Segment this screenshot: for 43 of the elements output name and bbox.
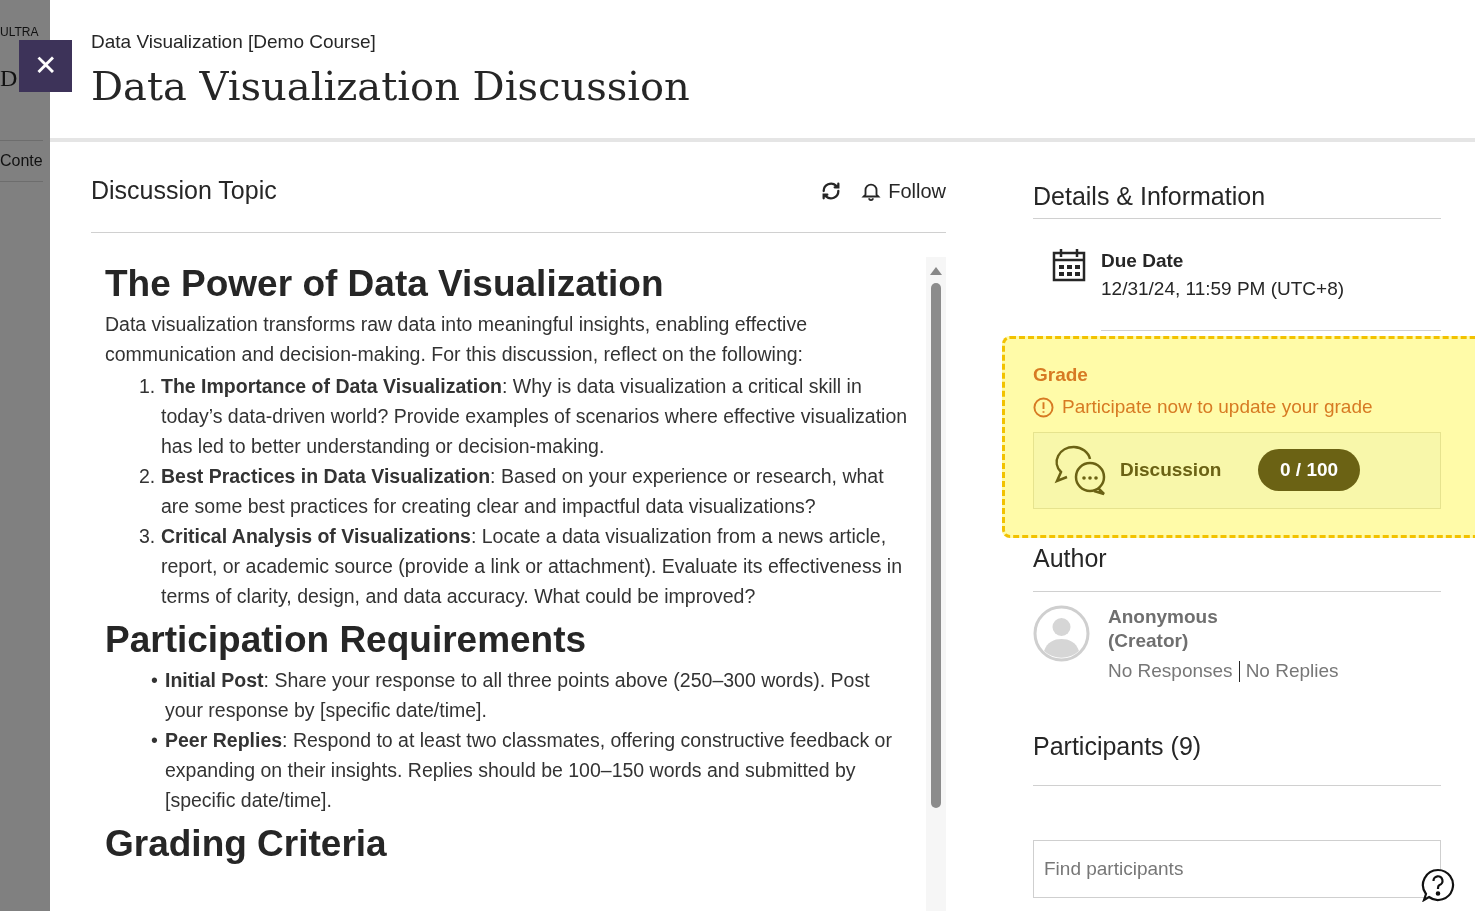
list-item: Peer Replies: Respond to at least two classmates, offering constructive feedback or expanding on their insights. Replies should be 100–150 words and submitted by [specific date/time]. <box>165 727 893 813</box>
section-title: Details & Information <box>1033 178 1441 219</box>
grade-notice: Participate now to update your grade <box>1062 395 1373 419</box>
section-title: Author <box>1033 539 1441 592</box>
paragraph: Data visualization transforms raw data into meaningful insights, enabling effective communication and decision-making. For this discussion, reflect on the following: <box>105 311 809 367</box>
replies-count: No Replies <box>1245 659 1339 683</box>
list-marker: 3. <box>139 523 157 549</box>
chat-icon <box>1054 444 1108 496</box>
list-item: The Importance of Data Visualization: Why is data visualization a critical skill in today’s data-driven world? Provide examples of scenarios where effective visualization has led to better understanding or decision-making. <box>161 373 909 459</box>
background-text: Conte <box>0 140 43 182</box>
author-role: (Creator) <box>1108 629 1190 653</box>
scroll-up-icon[interactable] <box>930 266 942 275</box>
list-item: Critical Analysis of Visualizations: Locate a data visualization from a news article, report, or academic source (provide a link or attachment). Evaluate its effectiveness in terms of clarity, design, and data accuracy. What could be improved? <box>161 523 903 609</box>
help-icon[interactable] <box>1421 868 1455 902</box>
list-marker: • <box>151 667 159 693</box>
due-date-label: Due Date <box>1101 248 1185 273</box>
grade-label: Grade <box>1033 362 1089 387</box>
avatar-icon <box>1033 605 1090 662</box>
list-marker: 1. <box>139 373 157 399</box>
section-heading: The Power of Data Visualization <box>105 261 665 306</box>
list-marker: 2. <box>139 463 157 489</box>
grade-item-name: Discussion <box>1120 457 1223 482</box>
section-heading: Grading Criteria <box>105 821 388 866</box>
score-badge: 0 / 100 <box>1258 448 1361 492</box>
list-item: Best Practices in Data Visualization: Based on your experience or research, what are some best practices for creating clear and impactful data visualizations? <box>161 463 885 519</box>
page-title: Data Visualization Discussion <box>91 61 691 111</box>
background-text: D <box>0 66 18 90</box>
due-date-value: 12/31/24, 11:59 PM (UTC+8) <box>1101 277 1345 301</box>
breadcrumb: Data Visualization [Demo Course] <box>91 30 377 54</box>
follow-button[interactable]: Follow <box>860 175 946 206</box>
author-name: Anonymous <box>1108 605 1219 629</box>
background-text: ULTRA <box>0 26 39 38</box>
calendar-icon <box>1051 246 1087 283</box>
scrollbar[interactable] <box>926 256 946 911</box>
search-field[interactable]: Find participants <box>1033 840 1441 898</box>
list-item: Initial Post: Share your response to all three points above (250–300 words). Post your response by [specific date/time]. <box>165 667 871 723</box>
section-heading: Participation Requirements <box>105 617 588 662</box>
section-title: Participants (9) <box>1033 727 1441 786</box>
close-button[interactable]: ✕ <box>19 40 72 92</box>
alert-icon <box>1033 396 1054 418</box>
responses-count: No Responses <box>1108 659 1233 683</box>
section-title: Discussion Topic <box>91 175 277 206</box>
list-marker: • <box>151 727 159 753</box>
